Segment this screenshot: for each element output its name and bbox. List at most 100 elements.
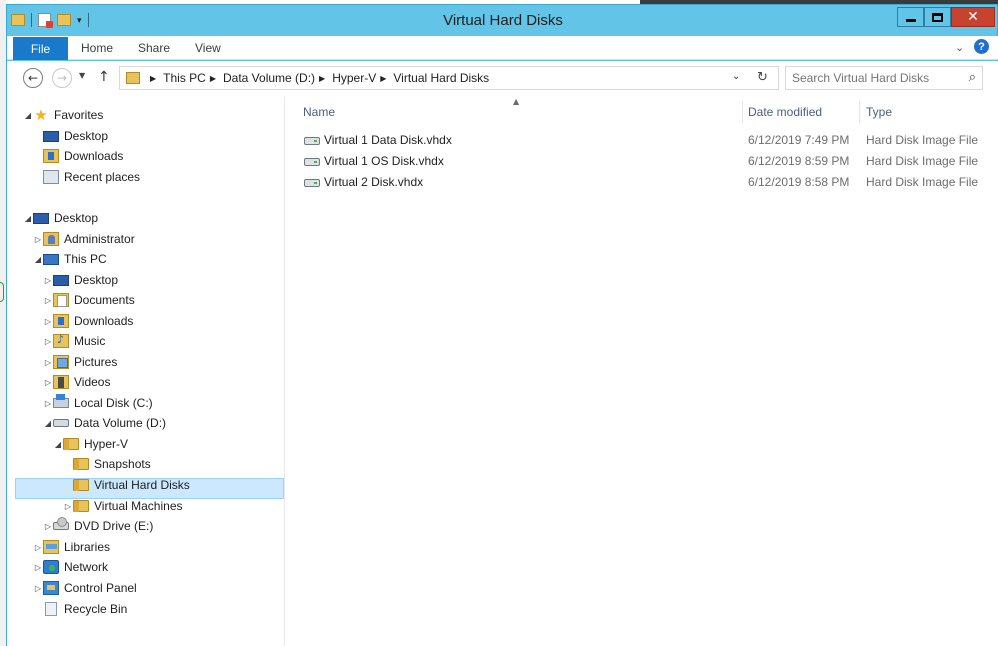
file-row[interactable]: Virtual 1 Data Disk.vhdx 6/12/2019 7:49 … (296, 130, 986, 151)
maximize-button[interactable] (924, 7, 951, 27)
collapsed-arrow-icon[interactable]: ▷ (33, 584, 43, 593)
column-header-name[interactable]: Name (303, 101, 743, 123)
collapsed-arrow-icon[interactable]: ▷ (43, 399, 53, 408)
collapsed-arrow-icon[interactable]: ▷ (43, 296, 53, 305)
breadcrumb-virtual-hard-disks[interactable]: Virtual Hard Disks (393, 71, 489, 85)
tree-item-label: Data Volume (D:) (74, 416, 167, 430)
breadcrumb-data-volume[interactable]: Data Volume (D:) ▶ (223, 71, 332, 85)
tree-item-pictures[interactable]: ▷ Pictures (43, 352, 117, 372)
expanded-arrow-icon[interactable]: ◢ (33, 255, 43, 264)
tree-item-dvd-drive[interactable]: ▷ DVD Drive (E:) (43, 516, 153, 536)
close-button[interactable]: ✕ (951, 7, 995, 27)
recent-locations-icon[interactable]: ▼ (79, 71, 85, 80)
breadcrumb-this-pc[interactable]: This PC ▶ (163, 71, 223, 85)
tree-item-hyperv[interactable]: ◢ Hyper-V (53, 434, 128, 454)
star-icon: ★ (34, 106, 48, 124)
column-header-date-modified[interactable]: Date modified (748, 101, 860, 123)
tab-file[interactable]: File (13, 37, 68, 60)
desktop-icon (33, 212, 49, 224)
tab-view[interactable]: View (195, 41, 221, 55)
tree-item-recycle-bin[interactable]: Recycle Bin (43, 599, 127, 619)
expanded-arrow-icon[interactable]: ◢ (23, 214, 33, 223)
forward-button[interactable]: → (52, 68, 72, 88)
tree-item-label: Downloads (64, 149, 124, 163)
collapsed-arrow-icon[interactable]: ▷ (33, 563, 43, 572)
breadcrumb-label: Hyper-V (332, 71, 377, 85)
tree-item-this-pc[interactable]: ◢ This PC (33, 249, 107, 269)
tree-item-music[interactable]: ▷ Music (43, 331, 105, 351)
collapsed-arrow-icon[interactable]: ▷ (43, 276, 53, 285)
expanded-arrow-icon[interactable]: ◢ (23, 111, 33, 120)
tree-item-videos[interactable]: ▷ Videos (43, 372, 110, 392)
breadcrumb-hyperv[interactable]: Hyper-V ▶ (332, 71, 393, 85)
tree-item-network[interactable]: ▷ Network (33, 557, 108, 577)
window-title: Virtual Hard Disks (443, 12, 563, 29)
file-list-pane[interactable]: ▲ Name Date modified Type Virtual 1 Data… (286, 97, 998, 646)
tree-item-fav-downloads[interactable]: Downloads (43, 146, 123, 166)
collapsed-arrow-icon[interactable]: ▷ (33, 235, 43, 244)
tree-item-fav-desktop[interactable]: Desktop (43, 126, 108, 146)
address-dropdown-icon[interactable]: ⌄ (732, 71, 740, 82)
close-icon: ✕ (967, 9, 979, 25)
tree-item-pc-desktop[interactable]: ▷ Desktop (43, 270, 118, 290)
back-button[interactable]: ← (23, 68, 43, 88)
tree-item-administrator[interactable]: ▷ Administrator (33, 229, 135, 249)
address-bar[interactable]: ▶ This PC ▶ Data Volume (D:) ▶ Hyper-V ▶ Vi… (119, 66, 779, 90)
tree-item-virtual-machines[interactable]: ▷ Virtual Machines (63, 496, 183, 516)
minimize-icon (905, 18, 916, 22)
tree-item-recent-places[interactable]: Recent places (43, 167, 140, 187)
up-arrow-icon[interactable]: ↑ (98, 69, 110, 85)
folder-icon (63, 438, 79, 450)
tree-item-virtual-hard-disks[interactable]: Virtual Hard Disks (73, 475, 190, 495)
collapsed-arrow-icon[interactable]: ▷ (33, 543, 43, 552)
column-header-type[interactable]: Type (866, 101, 986, 123)
search-box[interactable]: ⌕ (785, 66, 983, 90)
file-row[interactable]: Virtual 2 Disk.vhdx 6/12/2019 8:58 PM Ha… (296, 172, 986, 193)
search-input[interactable] (792, 71, 952, 85)
tree-item-documents[interactable]: ▷ Documents (43, 290, 135, 310)
tab-home[interactable]: Home (81, 41, 113, 55)
file-type: Hard Disk Image File (866, 175, 979, 189)
recent-places-icon (43, 170, 59, 184)
folder-icon (73, 500, 89, 512)
control-panel-icon (43, 581, 59, 595)
tree-item-control-panel[interactable]: ▷ Control Panel (33, 578, 137, 598)
navigation-pane[interactable]: ◢ ★ Favorites Desktop Downloads Recent p… (7, 97, 285, 646)
tree-item-favorites[interactable]: ◢ ★ Favorites (23, 105, 103, 125)
tree-item-libraries[interactable]: ▷ Libraries (33, 537, 110, 557)
breadcrumb-root-arrow[interactable]: ▶ (146, 74, 163, 83)
chevron-right-icon[interactable]: ▶ (319, 74, 325, 83)
collapsed-arrow-icon[interactable]: ▷ (43, 358, 53, 367)
tab-share[interactable]: Share (138, 41, 170, 55)
chevron-right-icon[interactable]: ▶ (210, 74, 216, 83)
tree-item-label: Desktop (74, 273, 119, 287)
tree-item-snapshots[interactable]: Snapshots (73, 454, 151, 474)
tree-item-label: DVD Drive (E:) (74, 519, 154, 533)
column-divider[interactable] (742, 101, 743, 123)
minimize-button[interactable] (897, 7, 924, 27)
breadcrumb-label: Data Volume (D:) (223, 71, 316, 85)
collapsed-arrow-icon[interactable]: ▷ (43, 317, 53, 326)
expanded-arrow-icon[interactable]: ◢ (43, 419, 53, 428)
title-bar[interactable]: ▾ Virtual Hard Disks ✕ (7, 5, 998, 36)
tree-item-label: Network (64, 560, 109, 574)
help-icon[interactable]: ? (974, 39, 989, 54)
collapsed-arrow-icon[interactable]: ▷ (43, 522, 53, 531)
tree-item-desktop[interactable]: ◢ Desktop (23, 208, 98, 228)
tree-item-downloads[interactable]: ▷ Downloads (43, 311, 133, 331)
folder-icon (73, 458, 89, 470)
collapsed-arrow-icon[interactable]: ▷ (63, 502, 73, 511)
column-divider[interactable] (859, 101, 860, 123)
tree-item-label: Documents (74, 293, 135, 307)
background-edge-mark (0, 282, 4, 302)
collapsed-arrow-icon[interactable]: ▷ (43, 337, 53, 346)
expanded-arrow-icon[interactable]: ◢ (53, 440, 63, 449)
tree-item-local-disk[interactable]: ▷ Local Disk (C:) (43, 393, 153, 413)
file-row[interactable]: Virtual 1 OS Disk.vhdx 6/12/2019 8:59 PM… (296, 151, 986, 172)
tree-item-data-volume[interactable]: ◢ Data Volume (D:) (43, 413, 166, 433)
chevron-right-icon[interactable]: ▶ (380, 74, 386, 83)
expand-ribbon-icon[interactable]: ⌄ (955, 41, 964, 54)
refresh-icon[interactable]: ↻ (757, 70, 768, 85)
collapsed-arrow-icon[interactable]: ▷ (43, 378, 53, 387)
search-icon[interactable]: ⌕ (969, 70, 976, 85)
